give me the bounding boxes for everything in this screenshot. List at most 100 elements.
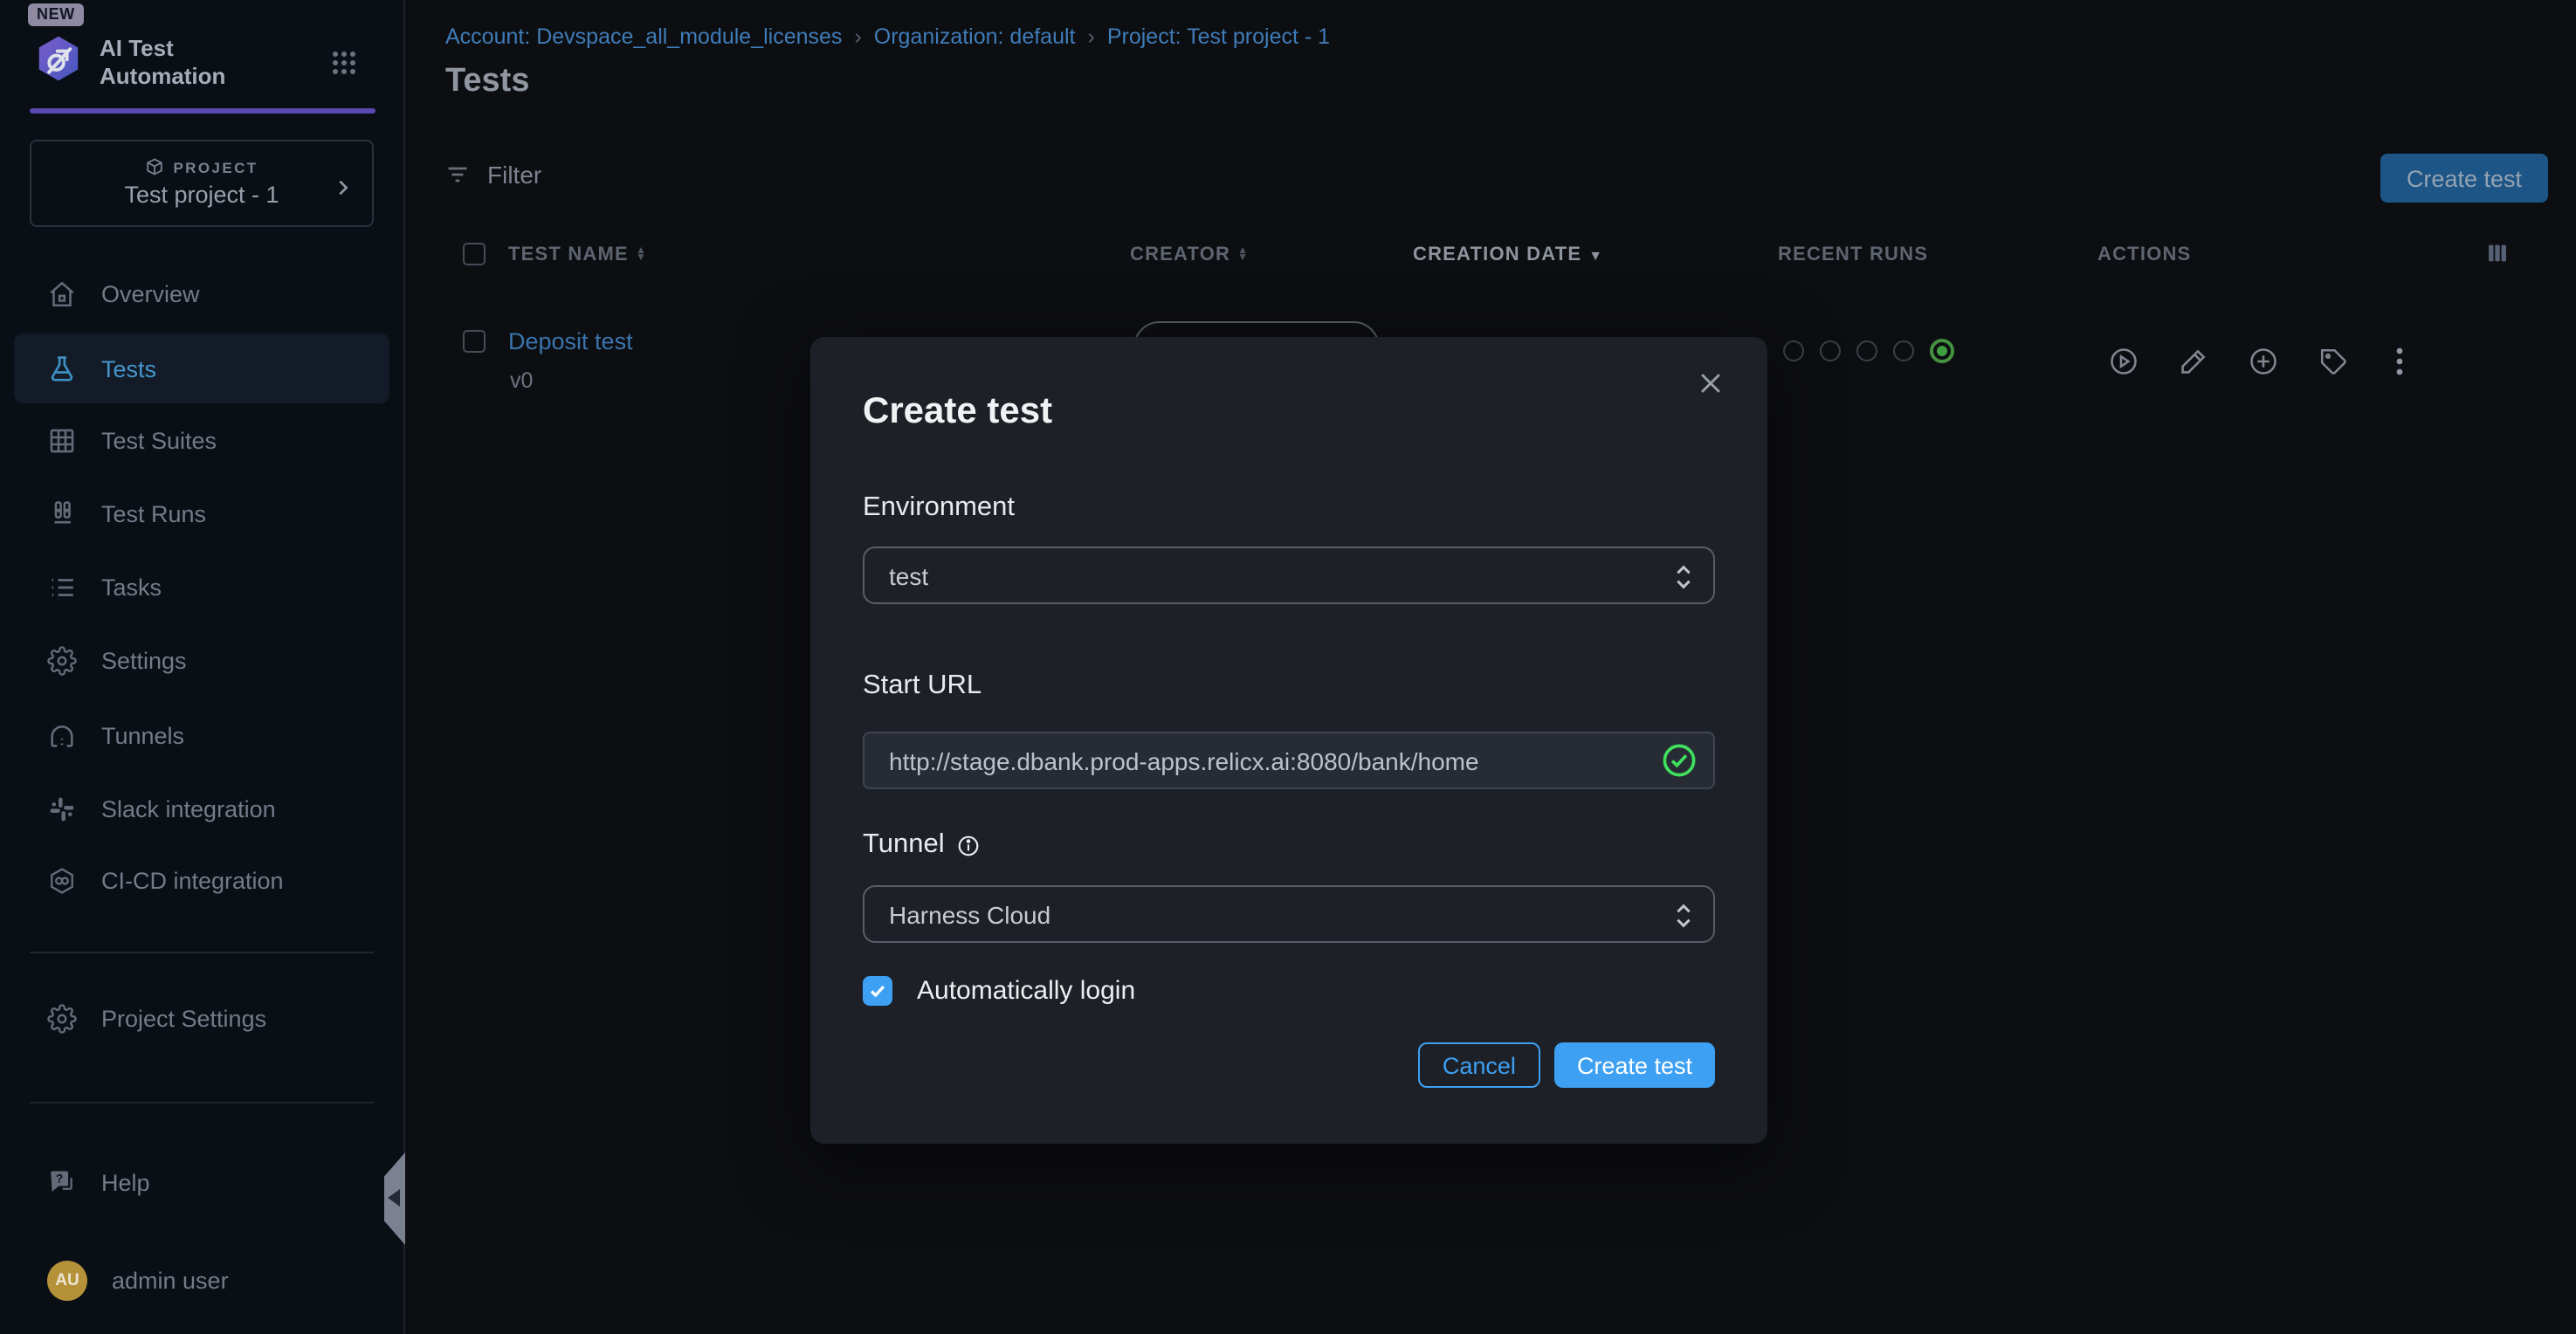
slack-icon: [47, 794, 77, 823]
sidebar-item-label: CI-CD integration: [101, 867, 284, 893]
start-url-input[interactable]: [863, 732, 1715, 789]
sidebar-item-label: Tunnels: [101, 722, 184, 748]
module-grid-icon[interactable]: [332, 51, 356, 75]
chevron-right-icon: [334, 178, 353, 197]
sidebar-item-label: Tests: [101, 355, 156, 382]
app-title: AI Test Automation: [100, 35, 225, 91]
more-options-icon[interactable]: [2387, 346, 2412, 377]
environment-label: Environment: [863, 494, 1715, 522]
row-actions: [2108, 346, 2412, 377]
test-version: v0: [510, 368, 533, 393]
sidebar-item-label: Test Runs: [101, 500, 206, 526]
breadcrumb-account-link[interactable]: Account: Devspace_all_module_licenses: [445, 24, 842, 49]
create-test-modal: Create test Environment test Start URL T…: [810, 337, 1767, 1144]
cancel-button[interactable]: Cancel: [1418, 1042, 1540, 1088]
select-chevrons-icon: [1673, 901, 1694, 931]
sidebar-item-overview[interactable]: Overview: [14, 258, 389, 328]
home-icon: [47, 278, 77, 308]
close-icon[interactable]: [1696, 368, 1725, 398]
column-recent-runs: RECENT RUNS: [1778, 244, 1928, 265]
filter-label: Filter: [487, 161, 541, 189]
recent-runs: [1783, 339, 1954, 363]
breadcrumb-separator: ›: [1088, 24, 1095, 49]
create-test-button[interactable]: Create test: [2380, 154, 2548, 203]
sidebar-divider: [30, 1102, 374, 1104]
column-creation-date[interactable]: CREATION DATE ▼: [1413, 244, 1603, 265]
select-chevrons-icon: [1673, 562, 1694, 592]
sidebar-item-settings[interactable]: Settings: [14, 625, 389, 695]
collapse-left-arrow-icon: [388, 1189, 400, 1207]
user-avatar: AU: [47, 1260, 87, 1300]
test-runs-icon: [47, 499, 77, 528]
run-test-icon[interactable]: [2108, 346, 2139, 377]
run-status-icon[interactable]: [1930, 339, 1954, 363]
column-actions: ACTIONS: [2097, 244, 2191, 265]
filter-icon: [445, 162, 470, 187]
sidebar-item-label: Project Settings: [101, 1005, 266, 1031]
tunnel-icon: [47, 720, 77, 750]
sidebar-item-label: Settings: [101, 647, 187, 673]
column-settings-icon[interactable]: [2485, 241, 2510, 265]
environment-value: test: [889, 561, 928, 589]
sidebar-divider: [30, 952, 374, 953]
page-title: Tests: [445, 63, 529, 101]
gear-icon: [47, 1003, 77, 1033]
run-status-icon[interactable]: [1893, 340, 1914, 361]
environment-select[interactable]: test: [863, 547, 1715, 604]
modal-create-test-button[interactable]: Create test: [1554, 1042, 1715, 1088]
grid-icon: [47, 425, 77, 455]
tag-icon[interactable]: [2318, 346, 2349, 377]
info-icon[interactable]: [957, 834, 980, 856]
sort-icon: ▲▼: [1237, 248, 1249, 262]
user-name: admin user: [112, 1267, 229, 1293]
test-name-link[interactable]: Deposit test: [508, 328, 633, 354]
sidebar-item-slack-integration[interactable]: Slack integration: [14, 774, 389, 843]
breadcrumb-organization-link[interactable]: Organization: default: [874, 24, 1076, 49]
start-url-label: Start URL: [863, 672, 1715, 700]
svg-text:?: ?: [56, 1171, 63, 1184]
sidebar-item-test-runs[interactable]: Test Runs: [14, 478, 389, 548]
tunnel-select[interactable]: Harness Cloud: [863, 885, 1715, 943]
column-creator[interactable]: CREATOR ▲▼: [1130, 244, 1249, 265]
select-all-checkbox[interactable]: [463, 243, 486, 265]
app-screen: NEW AI Test Automation: [0, 0, 2576, 1334]
sidebar-item-user[interactable]: AU admin user: [14, 1245, 389, 1315]
sidebar-item-tunnels[interactable]: Tunnels: [14, 700, 389, 770]
sidebar-item-label: Help: [101, 1169, 150, 1195]
help-chat-icon: ?: [47, 1167, 77, 1197]
run-status-icon[interactable]: [1820, 340, 1841, 361]
cicd-link-icon: [47, 865, 77, 895]
tunnel-value: Harness Cloud: [889, 900, 1050, 928]
edit-pencil-icon[interactable]: [2178, 346, 2209, 377]
auto-login-checkbox[interactable]: [863, 976, 892, 1006]
task-list-icon: [47, 572, 77, 602]
app-logo-icon[interactable]: [33, 33, 84, 84]
flask-icon: [47, 354, 77, 383]
new-badge: NEW: [28, 3, 84, 26]
modal-title: Create test: [863, 389, 1715, 435]
sidebar-item-cicd-integration[interactable]: CI-CD integration: [14, 845, 389, 915]
column-test-name[interactable]: TEST NAME ▲▼: [508, 244, 647, 265]
row-checkbox[interactable]: [463, 330, 486, 353]
add-plus-icon[interactable]: [2248, 346, 2279, 377]
breadcrumb-project-link[interactable]: Project: Test project - 1: [1107, 24, 1330, 49]
sidebar-item-tests[interactable]: Tests: [14, 334, 389, 403]
sidebar-item-label: Test Suites: [101, 427, 217, 453]
sidebar-item-label: Slack integration: [101, 795, 276, 822]
project-switcher[interactable]: PROJECT Test project - 1: [30, 140, 374, 227]
breadcrumb-separator: ›: [854, 24, 861, 49]
brand-underline: [30, 108, 375, 113]
table-header: TEST NAME ▲▼ CREATOR ▲▼ CREATION DATE ▼ …: [405, 232, 2576, 285]
sidebar-item-test-suites[interactable]: Test Suites: [14, 405, 389, 475]
sidebar-item-label: Overview: [101, 280, 200, 306]
filter-button[interactable]: Filter: [445, 161, 541, 189]
sort-icon: ▲▼: [636, 248, 647, 262]
url-valid-check-icon: [1661, 742, 1698, 779]
gear-icon: [47, 645, 77, 675]
run-status-icon[interactable]: [1783, 340, 1804, 361]
sidebar-item-project-settings[interactable]: Project Settings: [14, 983, 389, 1053]
sidebar: NEW AI Test Automation: [0, 0, 405, 1334]
sidebar-item-help[interactable]: ? Help: [14, 1147, 389, 1217]
run-status-icon[interactable]: [1856, 340, 1877, 361]
sidebar-item-tasks[interactable]: Tasks: [14, 552, 389, 622]
